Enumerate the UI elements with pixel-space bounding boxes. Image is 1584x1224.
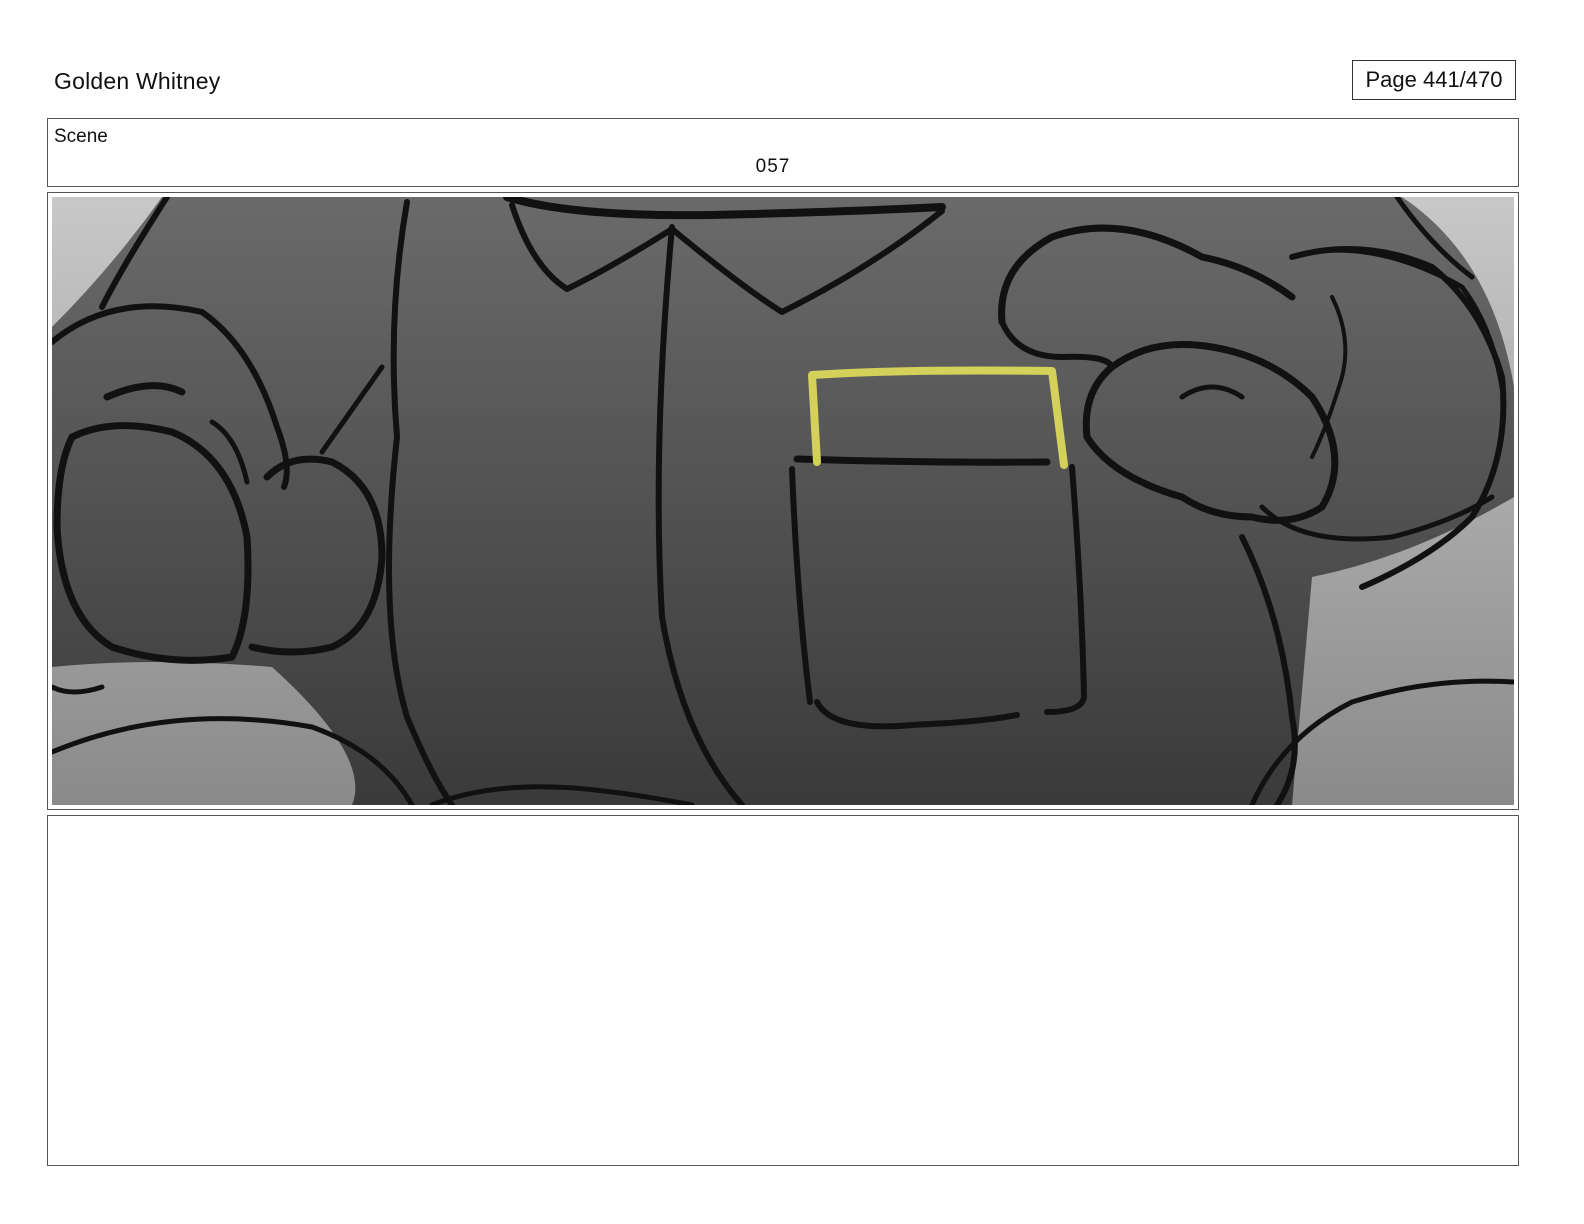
scene-label: Scene: [54, 126, 108, 147]
notes-box: [47, 815, 1519, 1166]
project-title: Golden Whitney: [54, 68, 221, 94]
scene-number: 057: [755, 156, 791, 177]
storyboard-panel: [47, 192, 1519, 810]
scene-box: Scene 057: [47, 118, 1519, 187]
page-indicator: Page 441/470: [1352, 60, 1516, 100]
panel-drawing: [52, 197, 1514, 805]
